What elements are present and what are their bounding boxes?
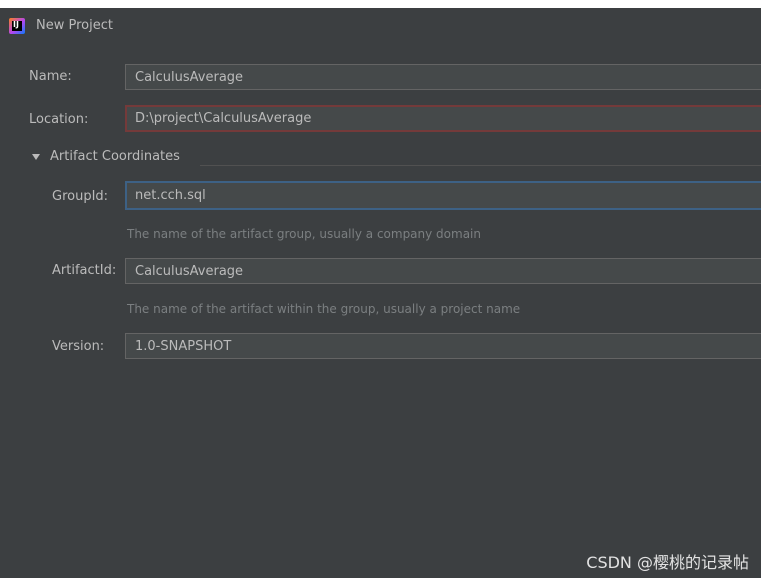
new-project-dialog: IJ New Project Name: Location: Artifact … (0, 8, 761, 578)
version-field[interactable] (125, 333, 761, 359)
artifactid-hint: The name of the artifact within the grou… (127, 302, 521, 316)
title-bar: IJ New Project (0, 8, 761, 44)
groupid-label: GroupId: (52, 189, 109, 204)
csdn-watermark: CSDN @樱桃的记录帖 (586, 553, 749, 572)
chevron-down-icon (32, 154, 40, 160)
location-field[interactable] (125, 105, 761, 132)
artifactid-field[interactable] (125, 258, 761, 284)
groupid-hint: The name of the artifact group, usually … (127, 227, 481, 241)
version-label: Version: (52, 339, 105, 354)
artifact-coordinates-title: Artifact Coordinates (50, 149, 180, 164)
intellij-idea-icon: IJ (9, 18, 25, 34)
name-field[interactable] (125, 64, 761, 90)
location-label: Location: (29, 112, 89, 127)
artifactid-label: ArtifactId: (52, 263, 117, 278)
groupid-field[interactable] (125, 181, 761, 210)
section-divider (200, 165, 761, 166)
window-title: New Project (36, 18, 113, 33)
name-label: Name: (29, 69, 72, 84)
